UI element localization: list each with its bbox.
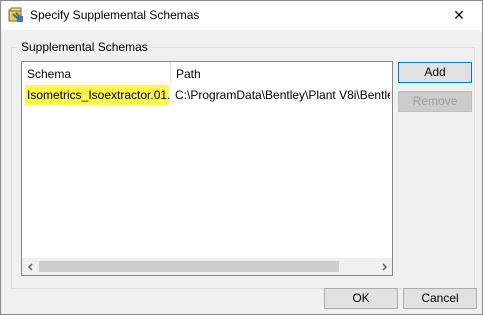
- dialog-window: Specify Supplemental Schemas ✕ Supplemen…: [0, 0, 483, 315]
- close-button[interactable]: ✕: [436, 1, 482, 30]
- schema-list[interactable]: Schema Path Isometrics_Isoextractor.01.0…: [21, 61, 393, 276]
- chevron-left-icon: [27, 262, 33, 271]
- column-header-path[interactable]: Path: [170, 62, 392, 84]
- cancel-button[interactable]: Cancel: [403, 288, 477, 309]
- title-bar: Specify Supplemental Schemas ✕: [1, 1, 482, 30]
- scroll-thumb[interactable]: [39, 261, 339, 272]
- scroll-right-arrow[interactable]: [375, 258, 392, 275]
- app-icon: [8, 7, 24, 23]
- scroll-left-arrow[interactable]: [22, 258, 39, 275]
- close-icon: ✕: [453, 7, 465, 23]
- path-cell: C:\ProgramData\Bentley\Plant V8i\Bentley…: [175, 88, 390, 102]
- window-title: Specify Supplemental Schemas: [30, 8, 200, 22]
- list-header: Schema Path: [22, 62, 392, 84]
- schema-cell: Isometrics_Isoextractor.01.07: [25, 85, 169, 105]
- ok-button[interactable]: OK: [324, 288, 398, 309]
- horizontal-scrollbar[interactable]: [22, 258, 392, 275]
- add-button[interactable]: Add: [398, 62, 472, 83]
- column-header-schema[interactable]: Schema: [22, 62, 170, 84]
- chevron-right-icon: [381, 262, 387, 271]
- remove-button[interactable]: Remove: [398, 91, 472, 112]
- list-item[interactable]: Isometrics_Isoextractor.01.07 C:\Program…: [22, 85, 392, 105]
- group-label: Supplemental Schemas: [18, 40, 151, 54]
